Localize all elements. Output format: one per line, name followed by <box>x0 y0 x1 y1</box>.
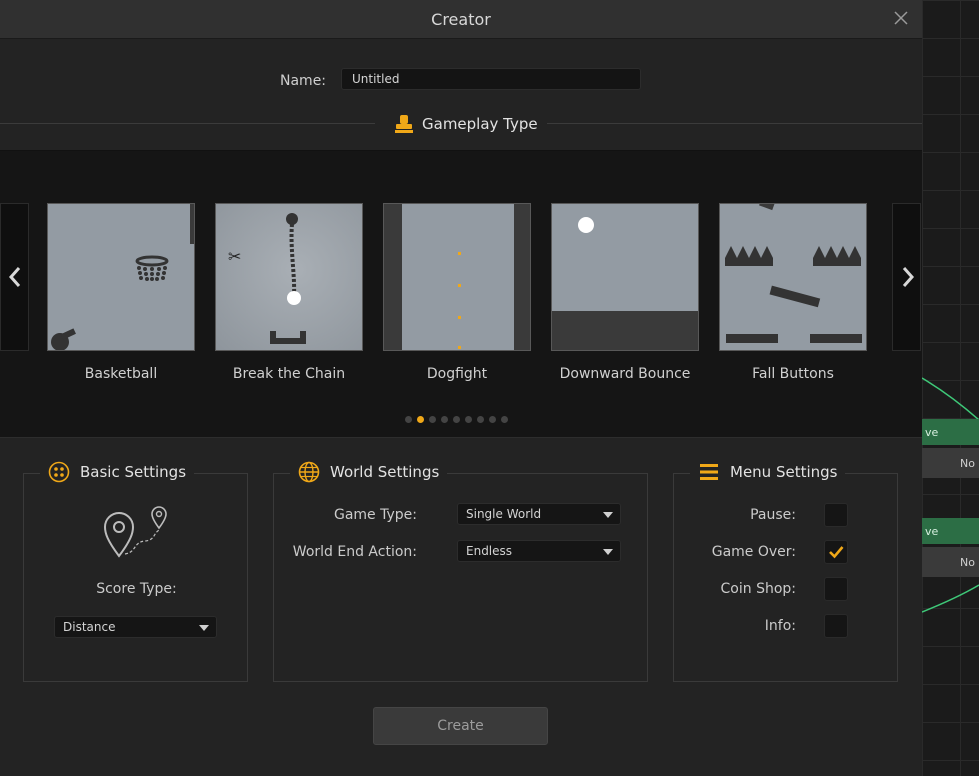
menu-option-checkbox[interactable] <box>824 614 848 638</box>
menu-settings-panel: Menu Settings Pause: Game Over: Coin Shop:… <box>673 461 898 682</box>
chevron-right-icon <box>902 267 915 287</box>
title-bar: Creator <box>0 0 922 39</box>
card-basketball[interactable] <box>47 203 195 351</box>
menu-option-checkbox[interactable] <box>824 577 848 601</box>
card-break-the-chain[interactable]: ✂ <box>215 203 363 351</box>
basic-settings-panel: Basic Settings Score Type: Distance <box>23 461 248 682</box>
dogfight-thumbnail <box>384 204 530 350</box>
menu-lines-icon <box>700 464 718 480</box>
menu-option-label: Game Over: <box>711 544 796 560</box>
menu-option-label: Pause: <box>750 507 796 523</box>
chevron-down-icon <box>603 512 613 518</box>
node-connection-lines <box>922 377 979 613</box>
downward-bounce-thumbnail <box>552 217 698 350</box>
game-type-label: Game Type: <box>333 507 417 523</box>
node-header-label: ve <box>925 525 939 538</box>
card-label-basketball: Basketball <box>84 366 158 382</box>
svg-text:✂: ✂ <box>228 247 241 266</box>
gameplay-type-heading: Gameplay Type <box>394 114 538 134</box>
node-header-label: ve <box>925 426 939 439</box>
section-divider <box>0 123 375 124</box>
menu-option-label: Coin Shop: <box>720 581 796 597</box>
world-settings-title: World Settings <box>330 463 440 481</box>
game-type-value: Single World <box>466 507 542 521</box>
carousel-page-dot[interactable] <box>501 416 508 423</box>
carousel-page-dot[interactable] <box>465 416 472 423</box>
globe-icon <box>298 461 320 483</box>
carousel-page-dot[interactable] <box>489 416 496 423</box>
node-body-label: No <box>960 457 975 470</box>
carousel-page-dot[interactable] <box>429 416 436 423</box>
carousel-page-dot[interactable] <box>441 416 448 423</box>
fall-buttons-thumbnail <box>725 204 862 343</box>
creator-dialog: Creator Name: Gameplay Type <box>0 0 922 776</box>
score-type-label: Score Type: <box>96 581 177 597</box>
map-route-icon <box>103 506 167 558</box>
node-header[interactable]: ve <box>922 419 979 445</box>
chevron-down-icon <box>199 625 209 631</box>
checkmark-icon <box>829 546 844 559</box>
game-type-select[interactable]: Single World <box>457 503 621 525</box>
chevron-left-icon <box>8 267 21 287</box>
name-label: Name: <box>280 73 327 89</box>
card-downward-bounce[interactable] <box>551 203 699 351</box>
name-input[interactable] <box>341 68 641 90</box>
gameplay-carousel: ✂ Basketball Break the Chain Dogfight Do… <box>0 150 922 438</box>
node-body-label: No <box>960 556 975 569</box>
break-the-chain-thumbnail: ✂ <box>228 213 306 344</box>
carousel-next-button[interactable] <box>892 203 921 351</box>
carousel-pagination <box>405 416 508 423</box>
close-button[interactable] <box>892 9 910 27</box>
menu-option-checkbox[interactable] <box>824 503 848 527</box>
gameplay-type-title: Gameplay Type <box>422 115 538 133</box>
card-label-dogfight: Dogfight <box>426 366 488 382</box>
menu-option-checkbox[interactable] <box>824 540 848 564</box>
card-label-fall-buttons: Fall Buttons <box>752 366 834 382</box>
carousel-prev-button[interactable] <box>0 203 29 351</box>
score-type-select[interactable]: Distance <box>54 616 217 638</box>
grid-dots-icon <box>48 461 70 483</box>
carousel-page-dot[interactable] <box>405 416 412 423</box>
node-header[interactable]: ve <box>922 518 979 544</box>
create-button[interactable]: Create <box>373 707 548 745</box>
card-label-break-the-chain: Break the Chain <box>232 366 346 382</box>
stamp-icon <box>395 115 413 133</box>
score-type-value: Distance <box>63 620 116 634</box>
card-dogfight[interactable] <box>383 203 531 351</box>
dialog-title: Creator <box>431 10 491 29</box>
world-end-action-select[interactable]: Endless <box>457 540 621 562</box>
background-node-editor: ve No ve No <box>922 0 979 776</box>
basic-settings-heading: Basic Settings <box>40 461 195 483</box>
chevron-down-icon <box>603 549 613 555</box>
menu-settings-heading: Menu Settings <box>690 461 846 483</box>
basketball-thumbnail <box>51 204 194 350</box>
basic-settings-title: Basic Settings <box>80 463 187 481</box>
carousel-page-dot[interactable] <box>417 416 424 423</box>
section-divider <box>547 123 922 124</box>
world-settings-heading: World Settings <box>290 461 448 483</box>
close-icon <box>894 11 908 25</box>
carousel-page-dot[interactable] <box>453 416 460 423</box>
world-settings-panel: World Settings Game Type: Single World W… <box>273 461 648 682</box>
card-fall-buttons[interactable] <box>719 203 867 351</box>
node-body[interactable]: No <box>922 448 979 478</box>
card-label-downward-bounce: Downward Bounce <box>559 366 691 382</box>
menu-option-label: Info: <box>764 618 796 634</box>
carousel-page-dot[interactable] <box>477 416 484 423</box>
menu-settings-title: Menu Settings <box>730 463 838 481</box>
world-end-action-value: Endless <box>466 544 513 558</box>
world-end-action-label: World End Action: <box>292 544 417 560</box>
node-body[interactable]: No <box>922 547 979 577</box>
